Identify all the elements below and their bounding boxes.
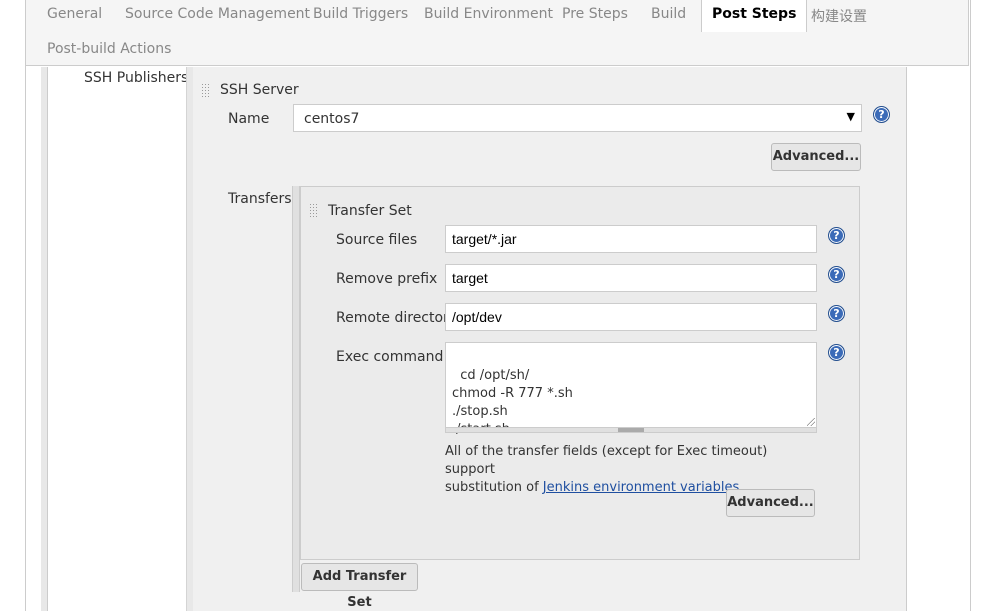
- help-icon[interactable]: ?: [828, 305, 845, 322]
- ssh-publishers-label: SSH Publishers: [84, 70, 189, 86]
- tab-source-code-management[interactable]: Source Code Management: [125, 6, 310, 22]
- add-transfer-set-button[interactable]: Add Transfer Set: [301, 563, 418, 610]
- remove-prefix-input[interactable]: [445, 264, 817, 292]
- tab-build-environment[interactable]: Build Environment: [424, 6, 553, 22]
- tab-post-steps[interactable]: Post Steps: [701, 0, 808, 32]
- dropdown-arrow-icon: ▼: [846, 110, 855, 123]
- help-icon[interactable]: ?: [828, 266, 845, 283]
- jenkins-env-vars-link[interactable]: Jenkins environment variables: [543, 480, 740, 495]
- exec-command-textarea[interactable]: cd /opt/sh/ chmod -R 777 *.sh ./stop.sh …: [445, 342, 817, 437]
- tab-bar: General Source Code Management Build Tri…: [25, 0, 969, 66]
- help-icon[interactable]: ?: [828, 227, 845, 244]
- help-icon[interactable]: ?: [828, 344, 845, 361]
- left-section-bar: [41, 67, 48, 611]
- ssh-server-title: SSH Server: [220, 82, 299, 98]
- transfers-bar: [292, 186, 300, 592]
- drag-handle-icon[interactable]: [201, 83, 211, 97]
- drag-handle-icon[interactable]: [309, 203, 319, 217]
- resize-handle-icon[interactable]: [807, 418, 815, 426]
- tab-post-build-actions[interactable]: Post-build Actions: [47, 41, 171, 57]
- transfer-advanced-button[interactable]: Advanced...: [726, 489, 815, 517]
- name-label: Name: [228, 111, 270, 127]
- tab-pre-steps[interactable]: Pre Steps: [562, 6, 628, 22]
- ssh-server-name-select[interactable]: centos7 ▼: [293, 104, 862, 132]
- info-text-line2: substitution of: [445, 480, 543, 495]
- exec-command-label: Exec command: [336, 349, 444, 365]
- source-files-label: Source files: [336, 232, 418, 248]
- advanced-button[interactable]: Advanced...: [771, 143, 861, 171]
- info-text-line1: All of the transfer fields (except for E…: [445, 444, 768, 477]
- horizontal-scrollbar[interactable]: [445, 427, 817, 433]
- remove-prefix-label: Remove prefix: [336, 271, 438, 287]
- tab-build[interactable]: Build: [651, 6, 686, 22]
- tab-build-triggers[interactable]: Build Triggers: [313, 6, 408, 22]
- transfers-label: Transfers: [228, 191, 292, 207]
- selected-value: centos7: [304, 111, 360, 127]
- scrollbar-thumb[interactable]: [618, 428, 644, 432]
- tab-general[interactable]: General: [47, 6, 102, 22]
- remote-directory-input[interactable]: [445, 303, 817, 331]
- transfer-set-title: Transfer Set: [328, 203, 412, 219]
- source-files-input[interactable]: [445, 225, 817, 253]
- remote-directory-label: Remote directory: [336, 310, 458, 326]
- tab-build-settings[interactable]: 构建设置: [811, 6, 867, 26]
- help-icon[interactable]: ?: [873, 106, 890, 123]
